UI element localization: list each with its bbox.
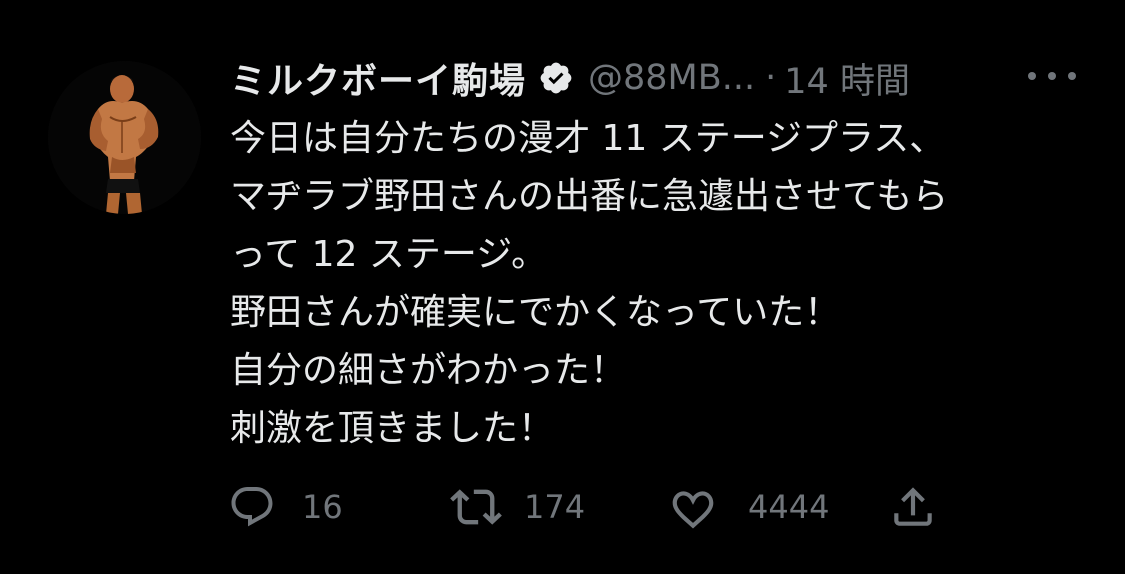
share-button[interactable] [888, 482, 938, 532]
display-name[interactable]: ミルクボーイ駒場 [230, 52, 526, 104]
tweet-text-line: って 12 ステージ。 [230, 234, 548, 275]
tweet-card[interactable]: ミルクボーイ駒場 @88MB... · 14 時間 今日は自分たちの漫才 11 … [0, 0, 1125, 574]
heart-icon[interactable] [668, 482, 718, 532]
like-button[interactable]: 4444 [668, 482, 829, 532]
reply-icon[interactable] [228, 483, 276, 531]
avatar-bodybuilder-photo [48, 61, 201, 214]
reply-count: 16 [302, 488, 343, 526]
tweet-actions: 16 174 4444 [228, 482, 1058, 532]
share-icon[interactable] [888, 482, 938, 532]
reply-button[interactable]: 16 [228, 482, 343, 532]
tweet-text-line: マヂラブ野田さんの出番に急遽出させてもら [230, 176, 949, 217]
more-options-icon[interactable] [1028, 64, 1076, 88]
user-handle[interactable]: @88MB... [588, 58, 755, 98]
like-count: 4444 [748, 488, 830, 526]
tweet-text: 今日は自分たちの漫才 11 ステージプラス、 マヂラブ野田さんの出番に急遽出させ… [230, 110, 1100, 458]
tweet-text-line: 自分の細さがわかった！ [230, 350, 627, 391]
verified-badge-icon [538, 60, 574, 96]
retweet-button[interactable]: 174 [450, 482, 585, 532]
retweet-count: 174 [524, 488, 586, 526]
tweet-text-line: 野田さんが確実にでかくなっていた！ [230, 292, 841, 333]
avatar[interactable] [48, 61, 201, 214]
tweet-text-line: 今日は自分たちの漫才 11 ステージプラス、 [230, 118, 946, 159]
tweet-header: ミルクボーイ駒場 @88MB... · 14 時間 [230, 52, 910, 104]
tweet-timestamp[interactable]: 14 時間 [784, 53, 910, 104]
retweet-icon[interactable] [450, 481, 502, 533]
tweet-text-line: 刺激を頂きました！ [230, 408, 555, 449]
separator-dot: · [765, 58, 777, 98]
